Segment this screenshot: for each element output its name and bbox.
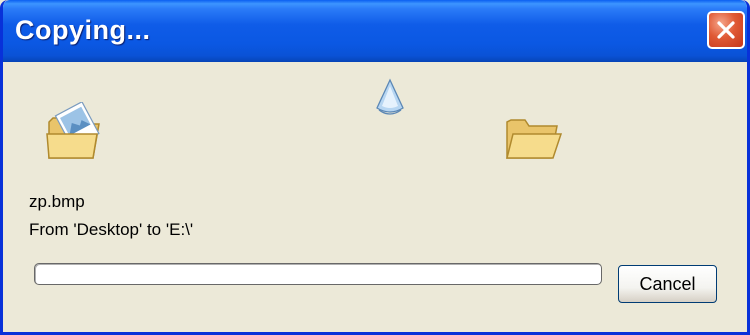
source-folder-icon <box>46 102 100 159</box>
copy-progress-bar <box>34 263 602 285</box>
flying-document-icon <box>376 78 404 115</box>
close-button[interactable] <box>707 11 745 49</box>
close-icon <box>717 21 735 39</box>
file-name: zp.bmp <box>29 192 85 211</box>
copying-dialog: Copying... zp.bmp From 'Desktop' to 'E:\… <box>0 0 750 335</box>
destination-folder-icon <box>506 119 563 159</box>
title-bar[interactable]: Copying... <box>3 0 747 62</box>
copy-source-destination: From 'Desktop' to 'E:\' <box>29 220 194 239</box>
cancel-button[interactable]: Cancel <box>618 265 717 303</box>
dialog-content: zp.bmp From 'Desktop' to 'E:\' Cancel <box>3 62 747 332</box>
window-title: Copying... <box>15 15 151 45</box>
